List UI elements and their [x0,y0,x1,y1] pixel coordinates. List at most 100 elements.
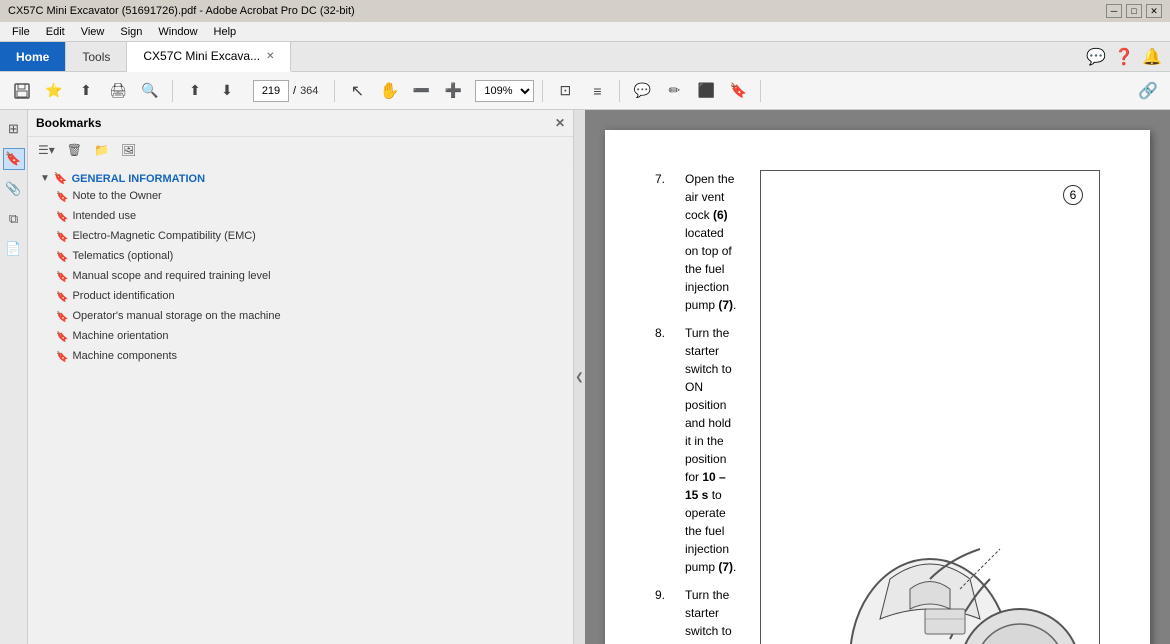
bookmarks-icon[interactable]: 🔖 [3,148,25,170]
diagram-label-6: 6 [1063,185,1083,205]
bm-item-label-8: Machine components [72,349,177,364]
bm-image-button[interactable]: 🖼 [117,141,140,159]
step-7-text: Open the air vent cock (6) located on to… [685,170,740,314]
bm-item-6[interactable]: 🔖 Operator's manual storage on the machi… [52,307,565,327]
layers-icon[interactable]: ⊞ [3,118,25,140]
toolbar: ⭐ ⬆ 🖨 🔍 ⬆ ⬇ / 364 ↖ ✋ ➖ ➕ 109% 100% 75% … [0,72,1170,110]
zoom-control[interactable]: 109% 100% 75% 50% 125% 150% [475,80,534,102]
bm-item-8[interactable]: 🔖 Machine components [52,347,565,367]
tab-tools-label: Tools [82,50,110,64]
bm-folder-button[interactable]: 📁 [90,141,113,159]
search-button[interactable]: 🔍 [136,77,164,105]
scrolling-button[interactable]: ≡ [583,77,611,105]
tab-icons-group: 💬 ❓ 🔔 [1078,42,1170,71]
collapse-icon: ▼ [40,173,50,184]
sidebar-icon-strip: ⊞ 🔖 📎 ⧉ 📄 [0,110,28,644]
bm-folder-icon: 🔖 [54,172,68,185]
step-7: 7. Open the air vent cock (6) located on… [655,170,740,314]
minimize-button[interactable]: ─ [1106,4,1122,18]
bm-item-5[interactable]: 🔖 Product identification [52,287,565,307]
stamp-button[interactable]: 🔖 [724,77,752,105]
bookmark-button[interactable]: ⭐ [40,77,68,105]
pdf-page: 7. Open the air vent cock (6) located on… [605,130,1150,644]
close-window-button[interactable]: ✕ [1146,4,1162,18]
edit-button[interactable]: ✏ [660,77,688,105]
bm-item-label-7: Machine orientation [72,329,168,344]
cursor-tool[interactable]: ↖ [343,77,371,105]
step-9-num: 9. [655,586,685,644]
menu-sign[interactable]: Sign [112,24,150,40]
separator-1 [172,80,173,102]
bm-delete-button[interactable]: 🗑 [63,141,86,159]
bm-item-1[interactable]: 🔖 Intended use [52,207,565,227]
step-8: 8. Turn the starter switch to ON positio… [655,324,740,576]
print-button[interactable]: 🖨 [104,77,132,105]
bm-item-label-1: Intended use [72,209,136,224]
bm-bookmark-icon-4: 🔖 [56,271,68,285]
bm-bookmark-icon-1: 🔖 [56,211,68,225]
bm-bookmark-icon-8: 🔖 [56,351,68,365]
engine-diagram: 6 7 [760,170,1100,644]
collapse-handle[interactable]: ❮ [573,110,585,644]
notification-icon[interactable]: 🔔 [1142,47,1162,67]
tab-home[interactable]: Home [0,42,66,71]
menu-window[interactable]: Window [150,24,205,40]
nav-prev-button[interactable]: ⬆ [181,77,209,105]
menu-edit[interactable]: Edit [38,24,73,40]
bm-bookmark-icon-7: 🔖 [56,331,68,345]
bookmarks-toolbar: ☰▾ 🗑 📁 🖼 [28,137,573,164]
menu-help[interactable]: Help [206,24,245,40]
engine-svg [770,499,1090,644]
ref-6a: (6) [713,208,728,222]
bm-item-3[interactable]: 🔖 Telematics (optional) [52,247,565,267]
menu-file[interactable]: File [4,24,38,40]
menu-view[interactable]: View [73,24,113,40]
bm-options-button[interactable]: ☰▾ [34,141,59,159]
bm-item-4[interactable]: 🔖 Manual scope and required training lev… [52,267,565,287]
zoom-out-button[interactable]: ➖ [407,77,435,105]
attachment-icon[interactable]: 📎 [3,178,25,200]
pdf-viewer[interactable]: 7. Open the air vent cock (6) located on… [585,110,1170,644]
layers2-icon[interactable]: ⧉ [3,208,25,230]
bookmarks-title: Bookmarks [36,116,101,130]
redact-button[interactable]: ⬛ [692,77,720,105]
separator-5 [760,80,761,102]
bm-bookmark-icon-2: 🔖 [56,231,68,245]
sidebar-panel: Bookmarks ✕ ☰▾ 🗑 📁 🖼 ▼ 🔖 GENERAL INFORMA… [28,110,573,644]
zoom-in-button[interactable]: ➕ [439,77,467,105]
bm-item-2[interactable]: 🔖 Electro-Magnetic Compatibility (EMC) [52,227,565,247]
zoom-select[interactable]: 109% 100% 75% 50% 125% 150% [475,80,534,102]
close-panel-button[interactable]: ✕ [555,116,565,130]
tab-doc-label: CX57C Mini Excava... [143,49,260,63]
hand-tool[interactable]: ✋ [375,77,403,105]
bm-parent-general-info[interactable]: ▼ 🔖 GENERAL INFORMATION [36,170,565,187]
bm-item-7[interactable]: 🔖 Machine orientation [52,327,565,347]
tab-close-button[interactable]: ✕ [266,51,274,62]
link-button[interactable]: 🔗 [1134,77,1162,105]
comment-button[interactable]: 💬 [628,77,656,105]
help-icon[interactable]: ❓ [1114,47,1134,67]
save-button[interactable] [8,77,36,105]
bm-bookmark-icon-6: 🔖 [56,311,68,325]
bm-item-0[interactable]: 🔖 Note to the Owner [52,187,565,207]
page-icon[interactable]: 📄 [3,238,25,260]
chat-icon[interactable]: 💬 [1086,47,1106,67]
maximize-button[interactable]: □ [1126,4,1142,18]
page-number-input[interactable] [253,80,289,102]
bm-item-label-0: Note to the Owner [72,189,161,204]
step-8-num: 8. [655,324,685,576]
upload-button[interactable]: ⬆ [72,77,100,105]
fit-page-button[interactable]: ⊡ [551,77,579,105]
tab-document[interactable]: CX57C Mini Excava... ✕ [127,42,291,72]
bm-item-label-4: Manual scope and required training level [72,269,270,284]
nav-next-button[interactable]: ⬇ [213,77,241,105]
bm-item-label-2: Electro-Magnetic Compatibility (EMC) [72,229,255,244]
menu-bar: File Edit View Sign Window Help [0,22,1170,42]
tab-tools[interactable]: Tools [66,42,127,71]
separator-2 [334,80,335,102]
page-separator: / [293,85,296,97]
bm-children: 🔖 Note to the Owner 🔖 Intended use 🔖 Ele… [36,187,565,367]
main-content: ⊞ 🔖 📎 ⧉ 📄 Bookmarks ✕ ☰▾ 🗑 📁 🖼 ▼ 🔖 [0,110,1170,644]
bm-bookmark-icon-0: 🔖 [56,191,68,205]
bm-section-label: GENERAL INFORMATION [72,173,205,185]
